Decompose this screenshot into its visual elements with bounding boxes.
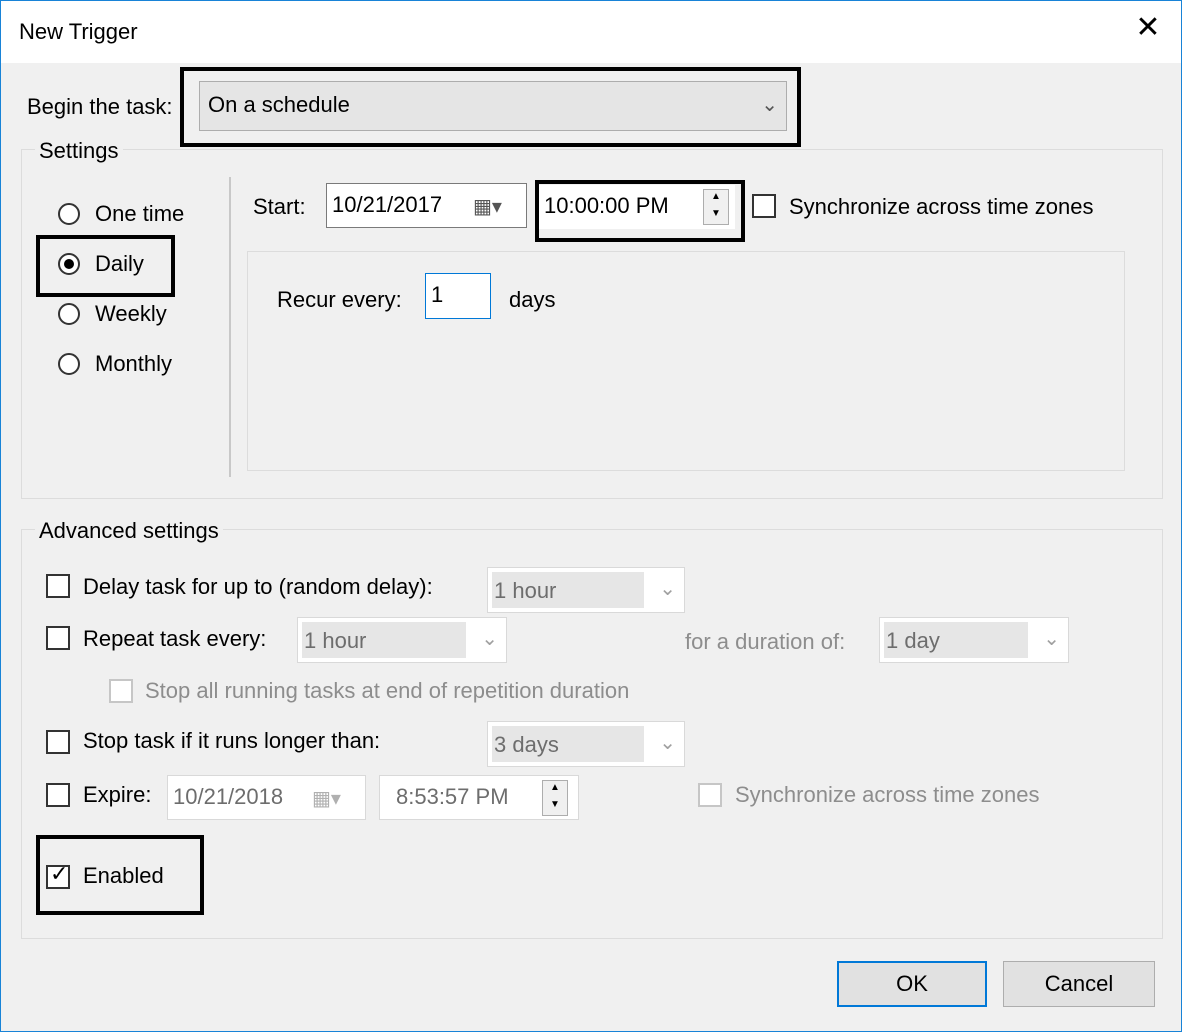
sync-timezones-checkbox[interactable] (752, 194, 776, 218)
radio-one-time[interactable] (58, 203, 80, 225)
recur-every-input[interactable]: 1 (425, 273, 491, 319)
expire-date-value: 10/21/2018 (173, 784, 284, 809)
duration-label: for a duration of: (685, 629, 846, 654)
start-time-value: 10:00:00 PM (544, 193, 669, 218)
duration-select[interactable]: 1 day ⌄ (879, 617, 1069, 663)
spin-up-icon[interactable]: ▲ (704, 190, 728, 207)
stop-longer-select[interactable]: 3 days ⌄ (487, 721, 685, 767)
new-trigger-dialog: New Trigger ✕ Begin the task: On a sched… (0, 0, 1182, 1032)
expire-sync-label: Synchronize across time zones (735, 782, 1040, 807)
chevron-down-icon: ⌄ (481, 628, 498, 650)
spin-down-icon[interactable]: ▼ (704, 207, 728, 224)
stop-all-label: Stop all running tasks at end of repetit… (145, 678, 630, 703)
delay-checkbox[interactable] (46, 574, 70, 598)
duration-value: 1 day (886, 628, 940, 653)
delay-value: 1 hour (494, 578, 557, 603)
enabled-checkbox[interactable]: ✓ (46, 861, 70, 889)
start-label: Start: (253, 194, 306, 219)
delay-label: Delay task for up to (random delay): (83, 574, 433, 599)
start-date-value: 10/21/2017 (332, 192, 443, 217)
radio-daily[interactable] (58, 253, 80, 275)
time-spinner[interactable]: ▲ ▼ (542, 780, 568, 816)
begin-task-label: Begin the task: (27, 94, 173, 119)
radio-selected-dot (64, 259, 74, 269)
time-spinner[interactable]: ▲ ▼ (703, 189, 729, 225)
repeat-checkbox[interactable] (46, 626, 70, 650)
spin-up-icon[interactable]: ▲ (543, 781, 567, 798)
expire-date-picker[interactable]: 10/21/2018 ▦▾ (167, 775, 366, 820)
settings-group-label: Settings (35, 138, 123, 164)
calendar-dropdown-icon[interactable]: ▦▾ (473, 194, 502, 219)
dialog-title: New Trigger (19, 19, 138, 44)
repeat-select[interactable]: 1 hour ⌄ (297, 617, 507, 663)
radio-weekly[interactable] (58, 303, 80, 325)
delay-select[interactable]: 1 hour ⌄ (487, 567, 685, 613)
ok-button[interactable]: OK (837, 961, 987, 1007)
sync-timezones-label: Synchronize across time zones (789, 194, 1094, 219)
recur-every-label: Recur every: (277, 287, 402, 312)
radio-daily-label: Daily (95, 251, 144, 276)
title-bar: New Trigger ✕ (1, 1, 1181, 63)
cancel-button[interactable]: Cancel (1003, 961, 1155, 1007)
chevron-down-icon: ⌄ (761, 94, 778, 116)
expire-checkbox[interactable] (46, 783, 70, 807)
start-time-field[interactable]: 10:00:00 PM ▲ ▼ (539, 185, 735, 229)
radio-one-time-label: One time (95, 201, 185, 226)
expire-time-field[interactable]: 8:53:57 PM ▲ ▼ (379, 775, 579, 820)
calendar-dropdown-icon[interactable]: ▦▾ (312, 786, 341, 811)
stop-longer-value: 3 days (494, 732, 559, 757)
stop-longer-checkbox[interactable] (46, 730, 70, 754)
repeat-label: Repeat task every: (83, 626, 267, 651)
begin-task-select[interactable]: On a schedule ⌄ (199, 81, 787, 131)
expire-time-value: 8:53:57 PM (396, 784, 509, 809)
stop-all-checkbox[interactable] (109, 679, 133, 703)
chevron-down-icon: ⌄ (659, 578, 676, 600)
radio-monthly[interactable] (58, 353, 80, 375)
expire-sync-checkbox[interactable] (698, 783, 722, 807)
recurrence-panel (247, 251, 1125, 471)
radio-weekly-label: Weekly (95, 301, 167, 326)
recur-unit-label: days (509, 287, 556, 312)
expire-label: Expire: (83, 782, 152, 807)
repeat-value: 1 hour (304, 628, 367, 653)
close-icon[interactable]: ✕ (1123, 7, 1173, 49)
checkmark-icon: ✓ (50, 861, 69, 886)
recur-every-value: 1 (431, 282, 444, 307)
chevron-down-icon: ⌄ (659, 732, 676, 754)
begin-task-value: On a schedule (208, 92, 350, 117)
advanced-settings-label: Advanced settings (35, 518, 223, 544)
chevron-down-icon: ⌄ (1043, 628, 1060, 650)
spin-down-icon[interactable]: ▼ (543, 798, 567, 815)
enabled-label: Enabled (83, 863, 164, 888)
stop-longer-label: Stop task if it runs longer than: (83, 728, 381, 753)
start-date-picker[interactable]: 10/21/2017 ▦▾ (326, 183, 527, 228)
radio-monthly-label: Monthly (95, 351, 173, 376)
divider (229, 177, 231, 477)
